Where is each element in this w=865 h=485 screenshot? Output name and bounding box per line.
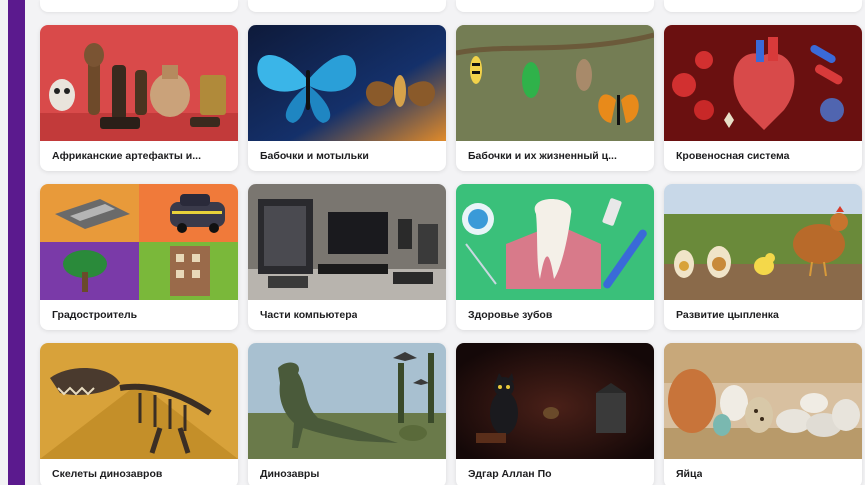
partial-card[interactable] [456,0,654,12]
card-title: Бабочки и их жизненный ц... [468,150,617,162]
card-title: Части компьютера [260,309,358,321]
card-butterfly-lifecycle[interactable]: Бабочки и их жизненный ц... [456,25,654,171]
card-title: Развитие цыпленка [676,309,779,321]
dental-health-image [456,184,654,300]
card-title: Здоровье зубов [468,309,553,321]
lesson-card-grid: Африканские артефакты и... Бабочки и мот… [40,25,862,485]
card-title: Эдгар Аллан По [468,468,552,480]
card-chick-development[interactable]: Развитие цыпленка [664,184,862,330]
card-title: Африканские артефакты и... [52,150,201,162]
card-city-builder[interactable]: Градостроитель [40,184,238,330]
card-title: Градостроитель [52,309,138,321]
card-dental-health[interactable]: Здоровье зубов [456,184,654,330]
card-dinosaur-skeletons[interactable]: Скелеты динозавров [40,343,238,485]
card-title: Скелеты динозавров [52,468,163,480]
chick-development-image [664,184,862,300]
card-butterflies-moths[interactable]: Бабочки и мотыльки [248,25,446,171]
butterfly-lifecycle-image [456,25,654,141]
african-artifacts-image [40,25,238,141]
butterflies-moths-image [248,25,446,141]
partial-card[interactable] [248,0,446,12]
partial-card[interactable] [664,0,862,12]
partial-card[interactable] [40,0,238,12]
card-computer-parts[interactable]: Части компьютера [248,184,446,330]
card-circulatory-system[interactable]: Кровеносная система [664,25,862,171]
circulatory-system-image [664,25,862,141]
card-title: Яйца [676,468,703,480]
edgar-allan-poe-image [456,343,654,459]
sidebar-accent-bar [8,0,25,485]
card-eggs[interactable]: Яйца [664,343,862,485]
card-title: Кровеносная система [676,150,790,162]
card-title: Динозавры [260,468,320,480]
card-title: Бабочки и мотыльки [260,150,369,162]
card-african-artifacts[interactable]: Африканские артефакты и... [40,25,238,171]
card-edgar-allan-poe[interactable]: Эдгар Аллан По [456,343,654,485]
left-sidebar-edge [0,0,25,485]
dinosaurs-image [248,343,446,459]
computer-parts-image [248,184,446,300]
previous-row-cards [40,0,862,14]
dinosaur-skeletons-image [40,343,238,459]
city-builder-image [40,184,238,300]
eggs-image [664,343,862,459]
card-dinosaurs[interactable]: Динозавры [248,343,446,485]
